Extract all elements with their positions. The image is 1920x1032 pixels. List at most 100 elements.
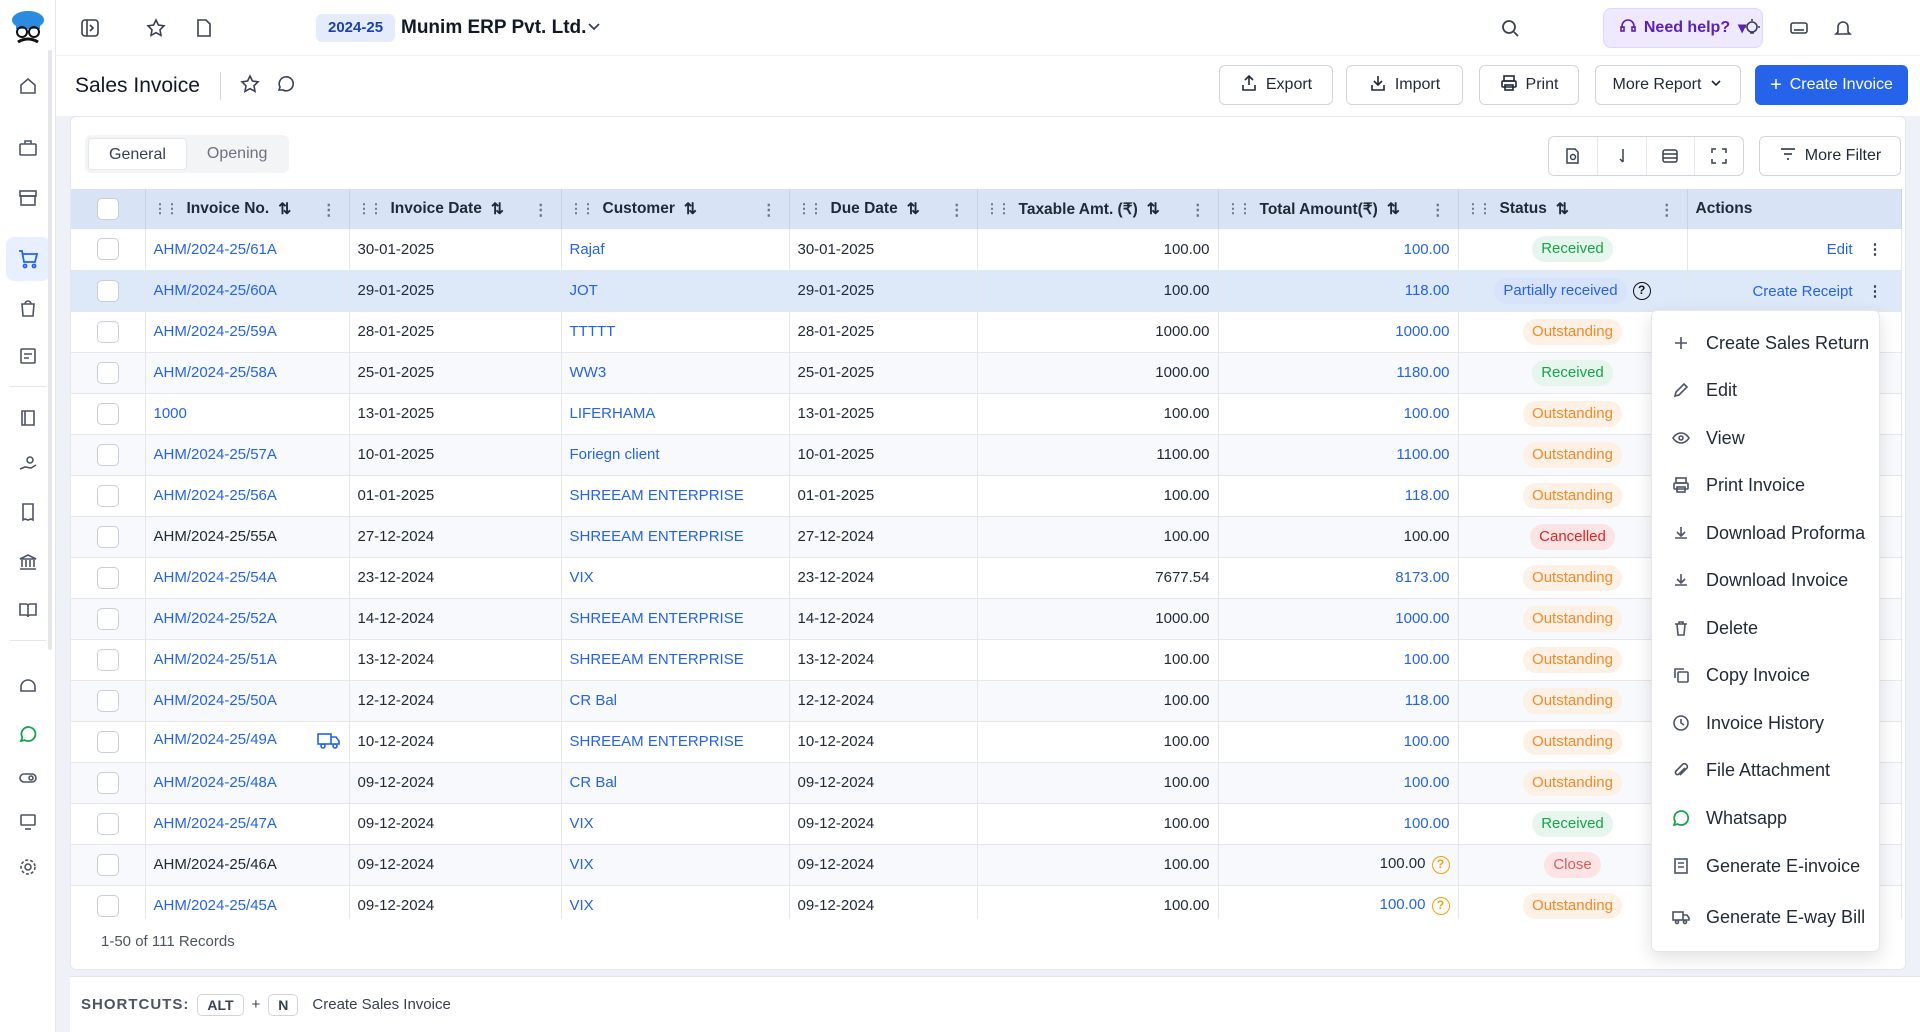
cell-invoice-no[interactable]: AHM/2024-25/48A — [145, 762, 350, 804]
cell-customer[interactable]: SHREEAM ENTERPRISE — [561, 598, 790, 640]
row-checkbox[interactable] — [96, 238, 119, 261]
row-checkbox[interactable] — [96, 894, 119, 917]
select-all-checkbox[interactable] — [96, 198, 119, 220]
row-checkbox[interactable] — [96, 812, 119, 835]
customer-link[interactable]: JOT — [570, 282, 598, 299]
cell-invoice-no[interactable]: AHM/2024-25/46A — [145, 844, 350, 886]
cell-invoice-no[interactable]: AHM/2024-25/61A — [145, 229, 350, 271]
rail-scrollbar[interactable] — [48, 50, 52, 650]
table-row[interactable]: AHM/2024-25/51A 13-12-2024 SHREEAM ENTERPR… — [71, 639, 1902, 681]
customer-link[interactable]: LIFERHAMA — [570, 405, 656, 422]
cell-invoice-no[interactable]: AHM/2024-25/59A — [145, 311, 350, 353]
shopping-bag-icon[interactable] — [16, 296, 40, 320]
sort-icon[interactable]: ⇅ — [907, 200, 920, 219]
cell-customer[interactable]: Foriegn client — [561, 434, 790, 476]
table-row[interactable]: AHM/2024-25/58A 25-01-2025 WW3 25-01-2025 10… — [71, 352, 1902, 394]
fullscreen-icon[interactable] — [1695, 137, 1743, 175]
sort-icon[interactable]: ⇅ — [1147, 200, 1160, 219]
invoice-no-link[interactable]: AHM/2024-25/49A — [154, 731, 277, 748]
invoice-no-link[interactable]: AHM/2024-25/55A — [154, 528, 277, 545]
cell-invoice-no[interactable]: AHM/2024-25/54A — [145, 557, 350, 599]
customer-link[interactable]: CR Bal — [570, 774, 618, 791]
cell-invoice-no[interactable]: AHM/2024-25/47A — [145, 803, 350, 845]
row-checkbox[interactable] — [96, 402, 119, 425]
table-row[interactable]: AHM/2024-25/45A 09-12-2024 VIX 09-12-2024 10… — [71, 885, 1902, 919]
menu-item-delete[interactable]: Delete — [1652, 606, 1881, 650]
invoice-no-link[interactable]: AHM/2024-25/51A — [154, 651, 277, 668]
sort-icon[interactable]: ⇅ — [1387, 200, 1400, 219]
cart-icon[interactable] — [6, 237, 50, 281]
table-row[interactable]: AHM/2024-25/46A 09-12-2024 VIX 09-12-2024 10… — [71, 844, 1902, 886]
hand-coins-icon[interactable] — [16, 452, 40, 476]
search-document-icon[interactable] — [1549, 137, 1598, 175]
row-checkbox[interactable] — [96, 730, 119, 753]
customer-link[interactable]: VIX — [570, 856, 594, 873]
row-checkbox[interactable] — [96, 361, 119, 384]
row-checkbox[interactable] — [96, 320, 119, 343]
keyboard-icon[interactable] — [1787, 16, 1811, 40]
table-row[interactable]: AHM/2024-25/50A 12-12-2024 CR Bal 12-12-202… — [71, 680, 1902, 722]
customer-link[interactable]: Rajaf — [570, 241, 605, 258]
more-filter-button[interactable]: More Filter — [1759, 136, 1901, 176]
row-checkbox[interactable] — [96, 443, 119, 466]
app-logo-icon[interactable] — [10, 8, 46, 48]
warning-question-icon[interactable]: ? — [1431, 896, 1450, 915]
cell-invoice-no[interactable]: AHM/2024-25/49A — [145, 721, 350, 763]
cell-invoice-no[interactable]: AHM/2024-25/52A — [145, 598, 350, 640]
row-checkbox[interactable] — [96, 525, 119, 548]
customer-link[interactable]: SHREEAM ENTERPRISE — [570, 610, 744, 627]
column-header-customer[interactable]: ⋮⋮ Customer ⇅ ⋮ — [561, 189, 790, 229]
favorite-star-icon[interactable] — [144, 16, 168, 40]
table-row[interactable]: AHM/2024-25/52A 14-12-2024 SHREEAM ENTERPR… — [71, 598, 1902, 640]
settings-gear-icon[interactable] — [16, 855, 40, 879]
customer-link[interactable]: VIX — [570, 815, 594, 832]
search-icon[interactable] — [1498, 16, 1522, 40]
drag-handle-icon[interactable]: ⋮⋮ — [1467, 201, 1492, 217]
create-invoice-button[interactable]: + Create Invoice — [1755, 65, 1908, 105]
row-density-icon[interactable] — [1647, 137, 1696, 175]
cell-invoice-no[interactable]: AHM/2024-25/56A — [145, 475, 350, 517]
row-action-link[interactable]: Create Receipt — [1752, 283, 1852, 300]
cell-invoice-no[interactable]: AHM/2024-25/45A — [145, 885, 350, 919]
table-row[interactable]: AHM/2024-25/59A 28-01-2025 TTTTT 28-01-2025… — [71, 311, 1902, 353]
customer-link[interactable]: SHREEAM ENTERPRISE — [570, 733, 744, 750]
invoice-no-link[interactable]: AHM/2024-25/56A — [154, 487, 277, 504]
table-row[interactable]: AHM/2024-25/48A 09-12-2024 CR Bal 09-12-202… — [71, 762, 1902, 804]
column-header-invoice-no[interactable]: ⋮⋮ Invoice No. ⇅ ⋮ — [145, 189, 350, 229]
column-menu-icon[interactable]: ⋮ — [761, 201, 777, 220]
cell-customer[interactable]: LIFERHAMA — [561, 393, 790, 435]
cell-customer[interactable]: Rajaf — [561, 229, 790, 271]
receipt-icon[interactable] — [16, 500, 40, 524]
customer-link[interactable]: CR Bal — [570, 692, 618, 709]
cell-customer[interactable]: TTTTT — [561, 311, 790, 353]
table-row[interactable]: AHM/2024-25/61A 30-01-2025 Rajaf 30-01-2025… — [71, 229, 1902, 271]
truck-icon[interactable] — [316, 731, 341, 753]
briefcase-icon[interactable] — [16, 136, 40, 160]
row-checkbox[interactable] — [96, 607, 119, 630]
notification-bell-icon[interactable] — [1831, 16, 1855, 40]
table-row[interactable]: AHM/2024-25/56A 01-01-2025 SHREEAM ENTERPR… — [71, 475, 1902, 517]
cell-invoice-no[interactable]: AHM/2024-25/51A — [145, 639, 350, 681]
invoice-no-link[interactable]: AHM/2024-25/52A — [154, 610, 277, 627]
cell-customer[interactable]: CR Bal — [561, 680, 790, 722]
cell-invoice-no[interactable]: AHM/2024-25/57A — [145, 434, 350, 476]
drag-handle-icon[interactable]: ⋮⋮ — [1227, 201, 1252, 217]
toggle-icon[interactable] — [16, 766, 40, 790]
document-icon[interactable] — [192, 16, 216, 40]
column-header-status[interactable]: ⋮⋮ Status ⇅ ⋮ — [1458, 189, 1688, 229]
cell-customer[interactable]: WW3 — [561, 352, 790, 394]
column-header-total-amount[interactable]: ⋮⋮ Total Amount(₹) ⇅ ⋮ — [1218, 189, 1459, 229]
open-book-icon[interactable] — [16, 598, 40, 622]
menu-item-generate-e-way-bill[interactable]: Generate E-way Bill — [1652, 895, 1881, 939]
sort-icon[interactable]: ⇅ — [684, 200, 697, 219]
row-checkbox[interactable] — [96, 853, 119, 876]
table-row[interactable]: AHM/2024-25/47A 09-12-2024 VIX 09-12-2024 10… — [71, 803, 1902, 845]
row-kebab-icon[interactable]: ⋮ — [1868, 282, 1883, 300]
table-row[interactable]: AHM/2024-25/49A 10-12-2024 SHREEAM ENTERPR… — [71, 721, 1902, 763]
table-row[interactable]: AHM/2024-25/55A 27-12-2024 SHREEAM ENTERPR… — [71, 516, 1902, 558]
menu-item-generate-e-invoice[interactable]: Generate E-invoice — [1652, 844, 1881, 888]
cell-customer[interactable]: SHREEAM ENTERPRISE — [561, 639, 790, 681]
table-row[interactable]: AHM/2024-25/60A 29-01-2025 JOT 29-01-2025 10… — [71, 270, 1902, 312]
table-row[interactable]: AHM/2024-25/57A 10-01-2025 Foriegn client 1… — [71, 434, 1902, 476]
export-button[interactable]: Export — [1219, 65, 1333, 105]
